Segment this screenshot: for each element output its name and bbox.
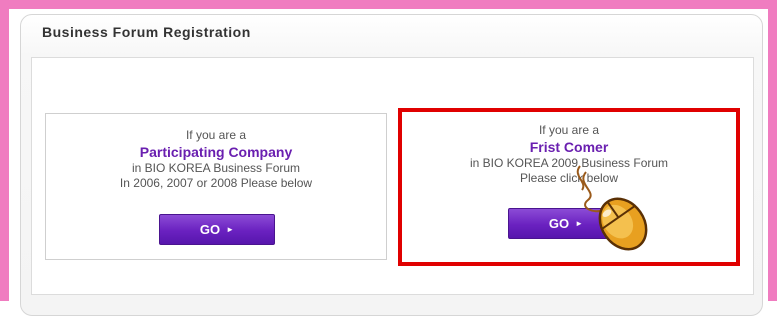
options-container: If you are a Participating Company in BI… bbox=[31, 57, 754, 295]
option-intro: If you are a bbox=[185, 128, 247, 142]
registration-panel: Business Forum Registration If you are a… bbox=[20, 14, 763, 316]
panel-title: Business Forum Registration bbox=[42, 24, 251, 40]
arrow-right-icon: ► bbox=[226, 225, 235, 234]
option-intro: If you are a bbox=[538, 123, 600, 137]
go-button-label: GO bbox=[199, 222, 221, 237]
option-desc-2: Please click below bbox=[519, 171, 619, 185]
option-highlight: Frist Comer bbox=[529, 139, 609, 155]
go-button-label: GO bbox=[548, 216, 570, 231]
option-highlight: Participating Company bbox=[139, 144, 293, 160]
option-desc-2: In 2006, 2007 or 2008 Please below bbox=[119, 176, 313, 190]
participating-company-option: If you are a Participating Company in BI… bbox=[45, 113, 387, 260]
go-button-first-comer[interactable]: GO ► bbox=[508, 208, 624, 239]
arrow-right-icon: ► bbox=[575, 219, 584, 228]
go-button-participating[interactable]: GO ► bbox=[159, 214, 275, 245]
option-desc: in BIO KOREA Business Forum bbox=[131, 161, 301, 175]
option-desc: in BIO KOREA 2009 Business Forum bbox=[469, 156, 669, 170]
first-comer-option: If you are a Frist Comer in BIO KOREA 20… bbox=[398, 108, 740, 266]
